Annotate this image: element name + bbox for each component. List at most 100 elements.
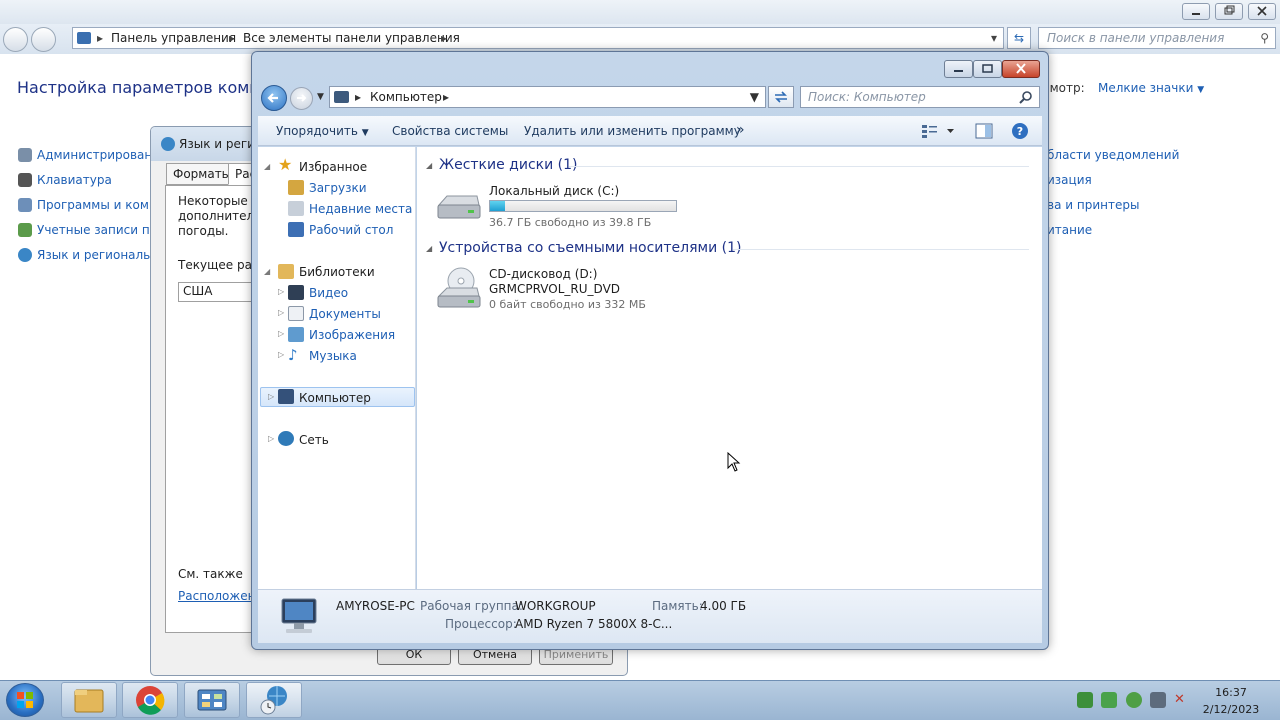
search-input[interactable]: Поиск: Компьютер <box>800 86 1040 108</box>
nav-computer[interactable]: Компьютер <box>299 391 371 405</box>
music-library-icon: ♪ <box>288 346 298 364</box>
back-button[interactable] <box>261 85 287 111</box>
chevron-down-icon: ▼ <box>361 128 369 138</box>
taskbar-language-button[interactable] <box>246 682 302 718</box>
nav-documents[interactable]: Документы <box>309 307 381 321</box>
folder-icon <box>74 689 104 713</box>
refresh-button[interactable] <box>768 86 794 108</box>
cp-refresh-button[interactable]: ⇆ <box>1007 27 1031 49</box>
minimize-button[interactable] <box>944 60 973 78</box>
cp-item-user-accounts[interactable]: Учетные записи пол <box>37 223 165 237</box>
desktop-icon <box>288 222 304 237</box>
chevron-down-icon[interactable]: ▼ <box>750 87 759 107</box>
group-hard-drives[interactable]: Жесткие диски (1) <box>439 157 577 173</box>
system-properties-button[interactable]: Свойства системы <box>392 124 508 138</box>
breadcrumb-computer[interactable]: Компьютер <box>370 87 442 107</box>
globe-icon <box>18 248 32 262</box>
nav-libraries[interactable]: Библиотеки <box>299 265 375 279</box>
collapse-group-icon[interactable]: ◢ <box>426 161 432 170</box>
collapsed-arrow-icon[interactable]: ▷ <box>278 350 284 359</box>
nav-pictures[interactable]: Изображения <box>309 328 395 342</box>
cp-item-administration[interactable]: Администрирование <box>37 148 167 162</box>
nav-desktop[interactable]: Рабочий стол <box>309 223 393 237</box>
nav-video[interactable]: Видео <box>309 286 348 300</box>
tray-security-icon[interactable] <box>1126 692 1142 708</box>
taskbar-control-panel-button[interactable] <box>184 682 240 718</box>
maximize-button[interactable] <box>973 60 1002 78</box>
cp-back-button[interactable] <box>3 27 28 52</box>
cp-address-bar[interactable]: ▸ Панель управления ▸ Все элементы панел… <box>72 27 1004 49</box>
chevron-right-icon: ▸ <box>443 90 450 104</box>
drive-c-free-space: 36.7 ГБ свободно из 39.8 ГБ <box>489 216 652 229</box>
more-commands-button[interactable]: » <box>736 122 745 138</box>
clock-time[interactable]: 16:37 <box>1196 686 1266 699</box>
cp-close-button[interactable] <box>1248 3 1276 20</box>
cp-item-power[interactable]: итание <box>1047 223 1092 237</box>
start-button[interactable] <box>6 683 44 717</box>
nav-recent-places[interactable]: Недавние места <box>309 202 412 216</box>
collapsed-arrow-icon[interactable]: ▷ <box>278 329 284 338</box>
organize-button[interactable]: Упорядочить ▼ <box>276 124 369 138</box>
group-removable-devices[interactable]: Устройства со съемными носителями (1) <box>439 240 741 256</box>
location-select[interactable]: США <box>178 282 258 302</box>
memory-label: Память: <box>652 599 703 613</box>
tray-sync-icon[interactable] <box>1101 692 1117 708</box>
help-button[interactable]: ? <box>1011 122 1029 140</box>
cp-restore-button[interactable] <box>1215 3 1243 20</box>
nav-music[interactable]: Музыка <box>309 349 357 363</box>
cp-item-notification-area[interactable]: бласти уведомлений <box>1047 148 1179 162</box>
collapsed-arrow-icon[interactable]: ▷ <box>268 392 274 401</box>
cp-item-personalization[interactable]: изация <box>1047 173 1092 187</box>
address-bar[interactable]: ▸ Компьютер ▸ ▼ <box>329 86 766 108</box>
location-value: США <box>183 284 213 298</box>
tray-volume-muted-icon[interactable]: ✕ <box>1174 692 1190 708</box>
nav-favorites[interactable]: Избранное <box>299 160 367 174</box>
expand-arrow-icon[interactable]: ◢ <box>264 162 270 171</box>
forward-button[interactable] <box>290 87 313 110</box>
drive-c-usage-bar <box>489 200 677 212</box>
computer-icon <box>334 91 349 103</box>
cp-view-selector[interactable]: Мелкие значки ▼ <box>1098 81 1204 95</box>
tray-monitor-icon[interactable] <box>1150 692 1166 708</box>
chevron-down-icon[interactable]: ▾ <box>991 28 997 48</box>
pictures-library-icon <box>288 327 304 342</box>
preview-pane-button[interactable] <box>975 123 993 139</box>
drive-c-item[interactable]: Локальный диск (C:) 36.7 ГБ свободно из … <box>423 181 693 231</box>
cp-item-language[interactable]: Язык и региональ <box>37 248 150 262</box>
close-icon <box>1016 63 1026 74</box>
collapsed-arrow-icon[interactable]: ▷ <box>278 308 284 317</box>
cp-view-value: Мелкие значки <box>1098 81 1194 95</box>
collapse-group-icon[interactable]: ◢ <box>426 244 432 253</box>
taskbar-explorer-button[interactable] <box>61 682 117 718</box>
clock-date[interactable]: 2/12/2023 <box>1196 703 1266 716</box>
cp-item-programs[interactable]: Программы и компо <box>37 198 164 212</box>
taskbar-chrome-button[interactable] <box>122 682 178 718</box>
cp-forward-button[interactable] <box>31 27 56 52</box>
arrow-right-icon <box>297 94 307 102</box>
cp-item-devices-printers[interactable]: ва и принтеры <box>1047 198 1139 212</box>
dialog-text-line: дополнитель <box>178 209 262 223</box>
expand-arrow-icon[interactable]: ◢ <box>264 267 270 276</box>
chevron-right-icon: ▸ <box>355 90 362 104</box>
mouse-cursor-icon <box>727 452 741 472</box>
change-view-button[interactable] <box>920 124 956 138</box>
user-accounts-icon <box>18 223 32 237</box>
nav-downloads[interactable]: Загрузки <box>309 181 367 195</box>
drive-c-name: Локальный диск (C:) <box>489 184 620 198</box>
cp-minimize-button[interactable] <box>1182 3 1210 20</box>
history-dropdown-icon[interactable]: ▼ <box>317 92 324 102</box>
uninstall-program-button[interactable]: Удалить или изменить программу <box>524 124 741 138</box>
tray-network-icon[interactable] <box>1077 692 1093 708</box>
breadcrumb-item[interactable]: Панель управления <box>111 28 236 48</box>
cp-item-keyboard[interactable]: Клавиатура <box>37 173 112 187</box>
drive-d-item[interactable]: CD-дисковод (D:) GRMCPRVOL_RU_DVD 0 байт… <box>423 264 693 314</box>
cp-search-input[interactable]: Поиск в панели управления ⚲ <box>1038 27 1276 49</box>
collapsed-arrow-icon[interactable]: ▷ <box>268 434 274 443</box>
nav-network[interactable]: Сеть <box>299 433 329 447</box>
close-button[interactable] <box>1002 60 1040 78</box>
close-icon <box>1257 6 1267 16</box>
control-panel-icon <box>77 32 91 44</box>
control-panel-navbar: ▸ Панель управления ▸ Все элементы панел… <box>0 24 1280 54</box>
collapsed-arrow-icon[interactable]: ▷ <box>278 287 284 296</box>
breadcrumb-item[interactable]: Все элементы панели управления <box>243 28 460 48</box>
